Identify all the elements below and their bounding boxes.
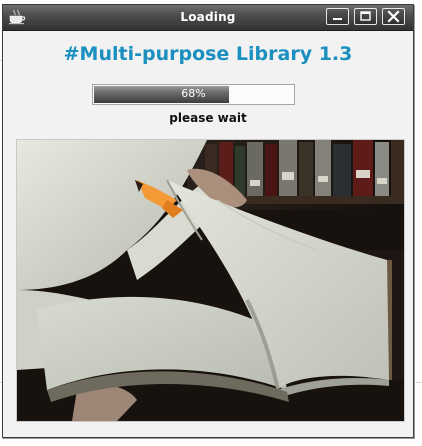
progress-bar: 68% bbox=[92, 84, 295, 105]
maximize-button[interactable] bbox=[354, 8, 377, 25]
app-title: #Multi-purpose Library 1.3 bbox=[63, 43, 353, 65]
window-title: Loading bbox=[180, 10, 236, 24]
minimize-icon bbox=[333, 18, 342, 20]
close-icon bbox=[387, 10, 400, 23]
window-content: #Multi-purpose Library 1.3 68% please wa… bbox=[3, 31, 413, 437]
title-bar[interactable]: Loading bbox=[3, 5, 413, 31]
status-text: please wait bbox=[169, 111, 247, 125]
minimize-button[interactable] bbox=[326, 8, 349, 25]
loading-window: Loading #Multi-purpose Library 1.3 68% p… bbox=[2, 4, 414, 438]
splash-image bbox=[16, 139, 405, 422]
open-book-illustration bbox=[17, 140, 404, 421]
close-button[interactable] bbox=[382, 8, 405, 25]
maximize-icon bbox=[360, 11, 371, 21]
progress-label: 68% bbox=[181, 87, 206, 100]
